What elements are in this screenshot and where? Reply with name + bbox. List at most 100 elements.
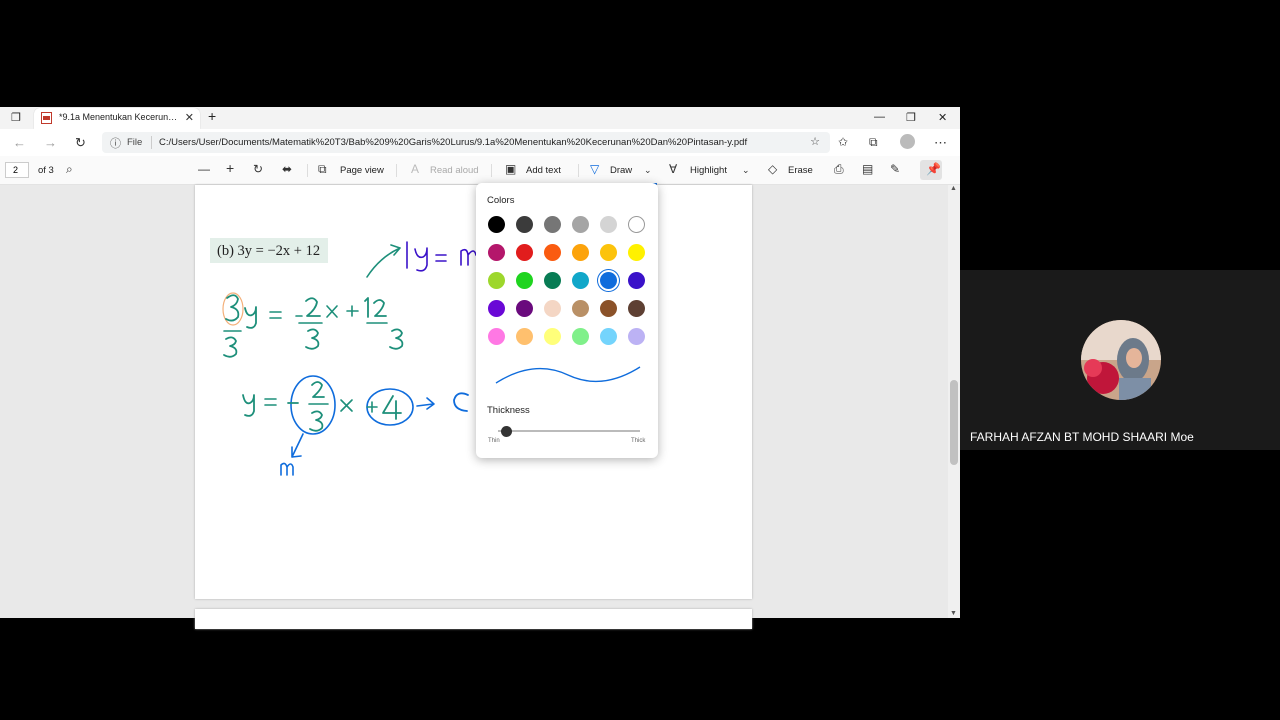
- thin-label: Thin: [488, 438, 500, 444]
- vertical-scrollbar[interactable]: ▲ ▼: [948, 185, 960, 618]
- tab-bar: ❐ *9.1a Menentukan Kecerunan Dan Pintasa…: [0, 107, 960, 129]
- color-swatch[interactable]: [516, 300, 533, 317]
- tab-actions-icon[interactable]: ❐: [11, 111, 21, 124]
- read-aloud-icon: A: [411, 162, 420, 176]
- save-icon[interactable]: ▤: [862, 162, 873, 176]
- page-total: of 3: [38, 165, 54, 176]
- search-icon[interactable]: ⌕: [66, 162, 73, 177]
- file-label: File: [127, 137, 143, 148]
- collections-icon[interactable]: ⧉: [869, 135, 878, 150]
- color-swatch[interactable]: [544, 244, 561, 261]
- color-swatch[interactable]: [544, 328, 561, 345]
- color-swatch[interactable]: [488, 216, 505, 233]
- color-swatch[interactable]: [516, 328, 533, 345]
- color-swatch[interactable]: [600, 328, 617, 345]
- thickness-slider-knob[interactable]: [501, 426, 513, 437]
- highlight-options-chevron-icon[interactable]: ⌄: [742, 165, 750, 176]
- scroll-down-icon[interactable]: ▼: [950, 610, 957, 617]
- erase-button[interactable]: Erase: [788, 165, 813, 176]
- color-swatch[interactable]: [488, 272, 505, 289]
- tab-active[interactable]: *9.1a Menentukan Kecerunan Dan Pintasan-…: [34, 108, 200, 129]
- thickness-label: Thickness: [487, 405, 530, 416]
- toolbar-divider: [578, 164, 579, 177]
- toolbar-divider: [307, 164, 308, 177]
- info-icon[interactable]: ⓘ: [110, 135, 121, 151]
- color-swatch[interactable]: [488, 244, 505, 261]
- page-number-input[interactable]: 2: [5, 162, 29, 178]
- add-text-button[interactable]: Add text: [526, 165, 561, 176]
- pdf-icon: [41, 112, 52, 124]
- color-swatch[interactable]: [544, 300, 561, 317]
- handwriting-ink: [222, 241, 477, 476]
- refresh-icon[interactable]: ↻: [75, 135, 86, 151]
- thick-label: Thick: [631, 438, 646, 444]
- add-favorite-icon[interactable]: ☆: [810, 135, 820, 148]
- forward-icon[interactable]: →: [44, 135, 57, 150]
- more-menu-icon[interactable]: ⋯: [934, 135, 947, 151]
- participant-avatar: [1081, 320, 1161, 400]
- new-tab-icon[interactable]: +: [208, 108, 216, 124]
- pin-icon: 📌: [926, 162, 941, 176]
- video-tile: FARHAH AFZAN BT MOHD SHAARI Moe: [960, 270, 1280, 450]
- scrollbar-thumb[interactable]: [950, 380, 958, 465]
- draw-options-panel: Colors Thickness Thin Thick: [476, 183, 658, 458]
- profile-avatar[interactable]: [900, 134, 915, 149]
- url-separator: [151, 136, 152, 149]
- address-bar-row: ← → ↻ ⓘ File C:/Users/User/Documents/Mat…: [0, 129, 960, 156]
- color-swatch[interactable]: [600, 244, 617, 261]
- color-swatch[interactable]: [572, 272, 589, 289]
- close-window-icon[interactable]: ✕: [938, 111, 947, 124]
- favorites-icon[interactable]: ✩: [838, 135, 848, 149]
- participant-name: FARHAH AFZAN BT MOHD SHAARI Moe: [970, 430, 1194, 444]
- color-swatch[interactable]: [628, 216, 645, 233]
- color-swatch[interactable]: [628, 244, 645, 261]
- eraser-icon[interactable]: ◇: [768, 162, 777, 176]
- color-swatch[interactable]: [572, 328, 589, 345]
- thickness-slider-track[interactable]: [498, 430, 640, 432]
- color-swatch[interactable]: [544, 216, 561, 233]
- color-swatch[interactable]: [628, 272, 645, 289]
- fit-page-icon[interactable]: ⬌: [282, 162, 292, 176]
- draw-options-chevron-icon[interactable]: ⌄: [644, 165, 652, 176]
- color-swatch[interactable]: [572, 216, 589, 233]
- color-swatch[interactable]: [628, 328, 645, 345]
- scroll-up-icon[interactable]: ▲: [950, 185, 957, 192]
- read-aloud-button: Read aloud: [430, 165, 479, 176]
- toolbar-divider: [396, 164, 397, 177]
- print-icon[interactable]: ⎙: [834, 162, 844, 177]
- color-swatch[interactable]: [628, 300, 645, 317]
- colors-label: Colors: [487, 195, 515, 206]
- color-swatch[interactable]: [600, 272, 617, 289]
- draw-icon[interactable]: ▽: [590, 162, 599, 176]
- back-icon[interactable]: ←: [13, 135, 26, 150]
- save-as-icon[interactable]: ✎: [890, 162, 900, 176]
- color-swatch[interactable]: [572, 244, 589, 261]
- color-swatch[interactable]: [572, 300, 589, 317]
- color-swatch[interactable]: [544, 272, 561, 289]
- address-bar[interactable]: ⓘ File C:/Users/User/Documents/Matematik…: [102, 132, 830, 153]
- zoom-out-icon[interactable]: —: [198, 162, 210, 176]
- color-swatch[interactable]: [488, 328, 505, 345]
- highlight-button[interactable]: Highlight: [690, 165, 727, 176]
- toolbar-divider: [491, 164, 492, 177]
- minimize-icon[interactable]: —: [874, 111, 885, 123]
- color-swatch[interactable]: [516, 244, 533, 261]
- zoom-in-icon[interactable]: +: [226, 160, 234, 176]
- url-text[interactable]: C:/Users/User/Documents/Matematik%20T3/B…: [159, 137, 747, 148]
- page-view-button[interactable]: Page view: [340, 165, 384, 176]
- color-swatch[interactable]: [516, 272, 533, 289]
- restore-icon[interactable]: ❐: [906, 111, 916, 124]
- pdf-page-next: [195, 609, 752, 629]
- stroke-preview: [495, 366, 641, 384]
- pdf-page: (b) 3y = −2x + 12: [195, 185, 752, 599]
- rotate-icon[interactable]: ↻: [253, 162, 263, 176]
- highlight-icon[interactable]: ∀: [669, 162, 677, 176]
- draw-button[interactable]: Draw: [610, 165, 632, 176]
- close-tab-icon[interactable]: ✕: [185, 111, 194, 124]
- add-text-icon[interactable]: ▣: [505, 162, 516, 176]
- color-swatch[interactable]: [600, 300, 617, 317]
- color-swatch[interactable]: [600, 216, 617, 233]
- color-swatch[interactable]: [516, 216, 533, 233]
- color-swatch[interactable]: [488, 300, 505, 317]
- page-view-icon[interactable]: ⧉: [318, 162, 327, 177]
